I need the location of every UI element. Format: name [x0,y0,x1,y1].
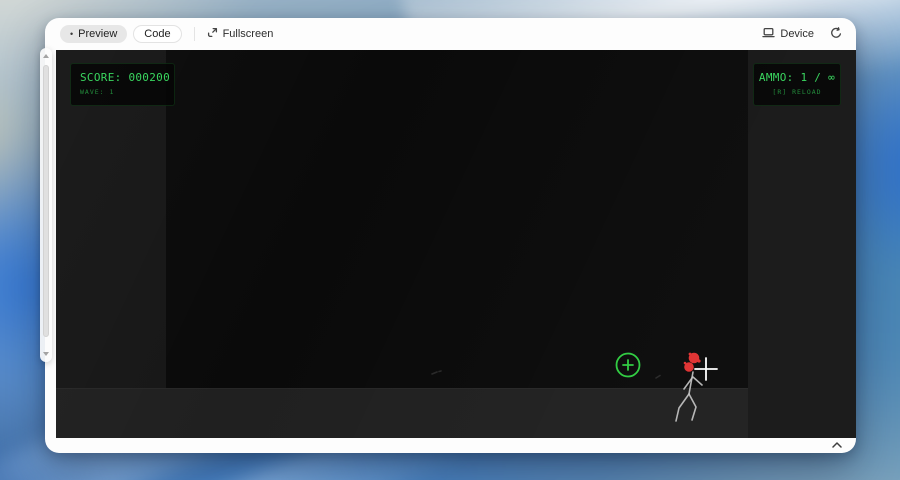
refresh-button[interactable] [830,26,842,42]
fullscreen-icon [207,27,218,41]
fullscreen-button[interactable]: Fullscreen [207,27,274,41]
preview-toolbar: • Preview Code Fullscreen Device [45,18,856,50]
game-viewport[interactable]: SCORE: 000200 WAVE: 1 AMMO: 1 / ∞ [R] RE… [56,50,856,438]
ammo-hud: AMMO: 1 / ∞ [R] RELOAD [753,63,841,106]
refresh-icon [830,26,842,42]
game-ground [56,388,748,438]
reload-hint-text: [R] RELOAD [772,88,822,96]
left-scrollbar[interactable] [40,48,52,362]
wave-text: WAVE: 1 [80,88,115,96]
preview-dot-icon: • [70,28,74,39]
pickup-plus-circle-icon[interactable] [614,351,642,379]
score-hud: SCORE: 000200 WAVE: 1 [70,63,175,106]
ammo-text: AMMO: 1 / ∞ [758,71,836,84]
scrollbar-thumb[interactable] [43,65,49,337]
tab-code-label: Code [144,28,171,40]
enemy-stick-figure[interactable] [666,345,786,438]
device-icon [762,27,776,41]
stick-body [675,371,703,422]
game-canvas[interactable] [166,50,748,388]
scroll-down-icon[interactable] [43,352,49,356]
dropped-gun [431,370,442,375]
toolbar-divider [193,27,195,41]
tab-preview-label: Preview [78,28,118,40]
score-text: SCORE: 000200 [80,71,170,84]
preview-window: • Preview Code Fullscreen Device SCORE: … [45,18,856,453]
chevron-up-icon [832,442,842,448]
device-label: Device [780,28,814,40]
fullscreen-label: Fullscreen [222,28,274,40]
expand-panel-button[interactable] [829,439,845,451]
device-button[interactable]: Device [762,27,814,41]
tab-preview[interactable]: • Preview [60,25,128,43]
tab-code[interactable]: Code [133,25,182,43]
scroll-up-icon[interactable] [43,54,49,58]
